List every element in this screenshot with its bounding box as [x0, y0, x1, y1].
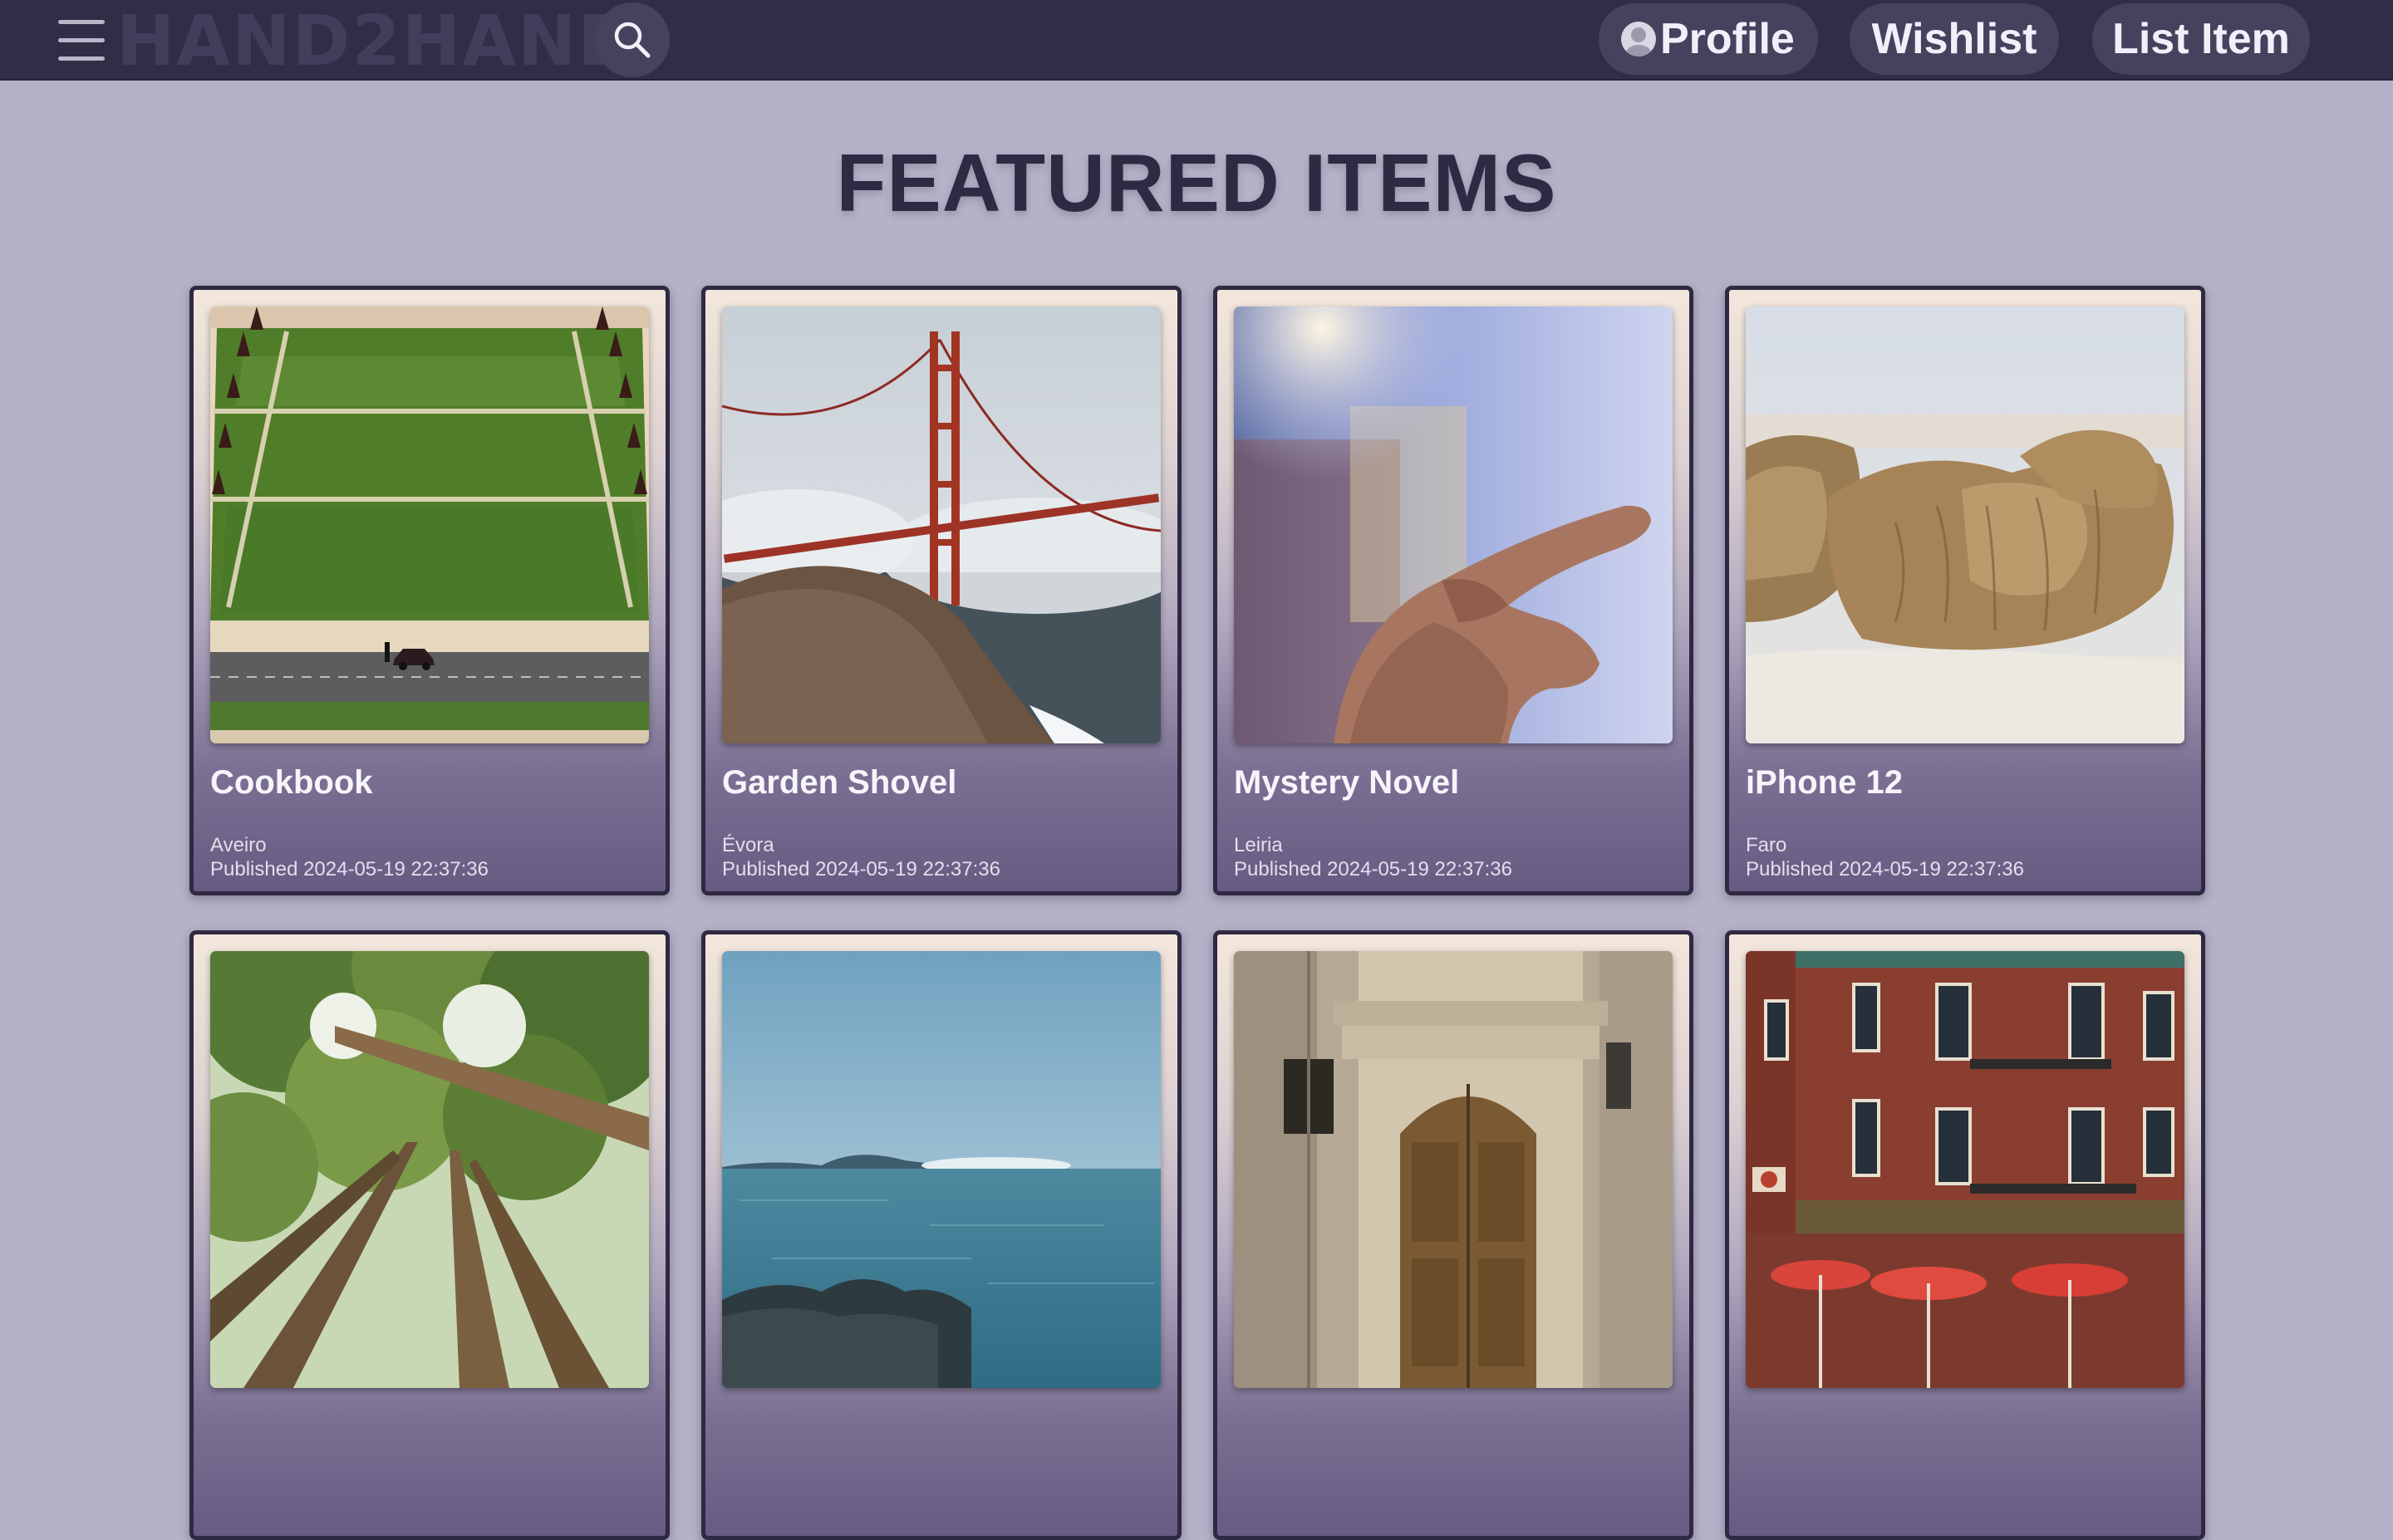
item-card[interactable] [1213, 930, 1693, 1540]
item-title[interactable]: Mystery Novel [1234, 762, 1683, 803]
item-location: Aveiro [210, 834, 267, 856]
item-title[interactable]: iPhone 12 [1746, 762, 2194, 803]
item-title[interactable]: Garden Shovel [722, 762, 1171, 803]
featured-items-grid: Cookbook Aveiro Published 2024-05-19 22:… [0, 0, 2393, 1540]
old-door-photo [1234, 951, 1673, 1388]
item-card[interactable]: Garden Shovel Évora Published 2024-05-19… [701, 286, 1182, 895]
item-image[interactable] [1746, 951, 2184, 1388]
item-image[interactable] [210, 307, 649, 743]
pointing-hand-photo [1234, 307, 1673, 743]
item-image[interactable] [210, 951, 649, 1388]
item-location: Évora [722, 834, 774, 856]
item-image[interactable] [722, 307, 1161, 743]
golden-gate-bridge-photo [722, 307, 1161, 743]
park-lawn-photo [210, 307, 649, 743]
item-published-date: Published 2024-05-19 22:37:36 [1234, 858, 1512, 880]
sea-coast-photo [722, 951, 1161, 1388]
item-image[interactable] [722, 951, 1161, 1388]
item-published-date: Published 2024-05-19 22:37:36 [722, 858, 1000, 880]
item-card[interactable] [189, 930, 670, 1540]
item-title[interactable]: Cookbook [210, 762, 659, 803]
item-published-date: Published 2024-05-19 22:37:36 [1746, 858, 2024, 880]
brick-building-photo [1746, 951, 2184, 1388]
redwood-forest-photo [210, 951, 649, 1388]
item-card[interactable]: Mystery Novel Leiria Published 2024-05-1… [1213, 286, 1693, 895]
item-location: Faro [1746, 834, 1787, 856]
item-image[interactable] [1234, 307, 1673, 743]
item-location: Leiria [1234, 834, 1283, 856]
item-image[interactable] [1746, 307, 2184, 743]
item-card[interactable]: iPhone 12 Faro Published 2024-05-19 22:3… [1725, 286, 2205, 895]
item-card[interactable] [701, 930, 1182, 1540]
item-card[interactable] [1725, 930, 2205, 1540]
item-published-date: Published 2024-05-19 22:37:36 [210, 858, 489, 880]
walrus-photo [1746, 307, 2184, 743]
item-image[interactable] [1234, 951, 1673, 1388]
item-card[interactable]: Cookbook Aveiro Published 2024-05-19 22:… [189, 286, 670, 895]
